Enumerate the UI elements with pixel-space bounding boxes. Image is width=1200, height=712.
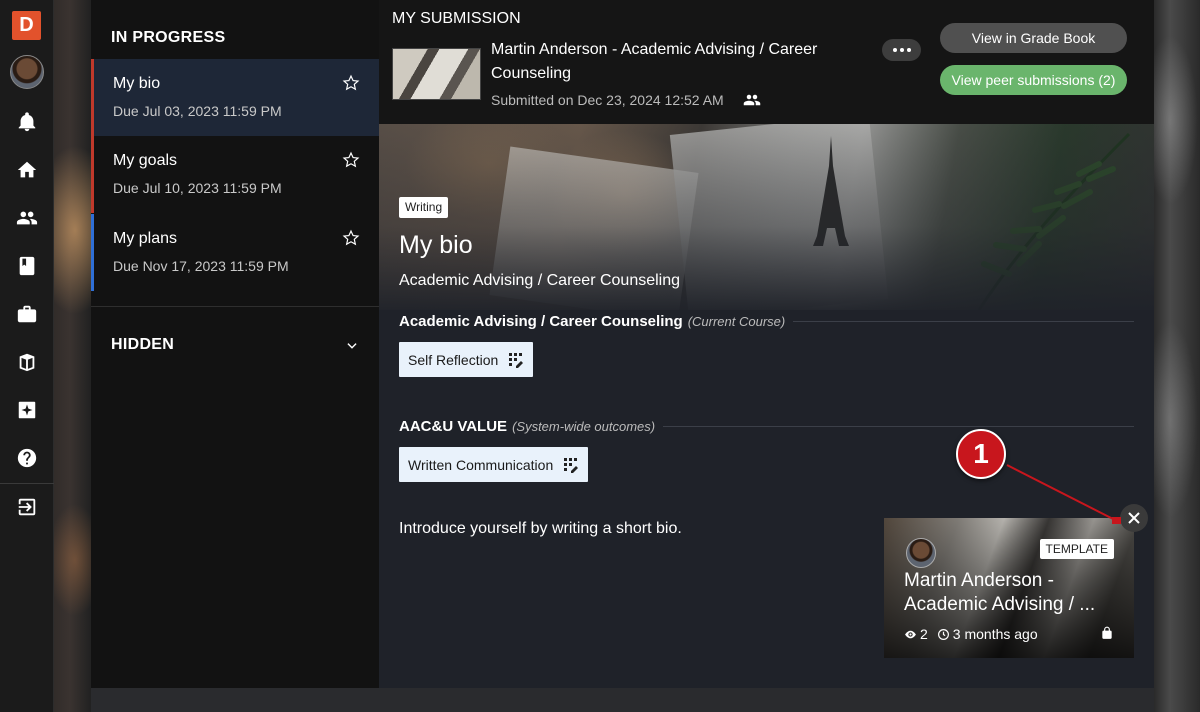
- panel-divider: [91, 306, 379, 307]
- assignment-due-date: Due Jul 10, 2023 11:59 PM: [113, 180, 282, 196]
- system-outcomes-section: AAC&U VALUE (System-wide outcomes): [399, 416, 1134, 436]
- course-name: Academic Advising / Career Counseling: [399, 272, 681, 289]
- bell-icon[interactable]: [14, 109, 40, 135]
- star-icon[interactable]: [342, 151, 360, 169]
- icon-rail: D: [0, 0, 54, 712]
- card-age: 3 months ago: [952, 626, 1038, 642]
- rail-divider: [0, 483, 54, 484]
- avatar: [906, 538, 936, 568]
- submission-title[interactable]: Martin Anderson - Academic Advising / Ca…: [491, 38, 861, 86]
- sparkle-icon[interactable]: [14, 397, 40, 423]
- system-outcomes-note: (System-wide outcomes): [512, 418, 656, 434]
- template-badge: TEMPLATE: [1039, 539, 1114, 559]
- template-card[interactable]: TEMPLATE Martin Anderson - Academic Advi…: [884, 518, 1134, 658]
- in-progress-heading: IN PROGRESS: [111, 29, 226, 46]
- submission-thumbnail[interactable]: [392, 48, 481, 100]
- assignment-item-my-bio[interactable]: My bio Due Jul 03, 2023 11:59 PM: [91, 59, 379, 136]
- chevron-down-icon: [345, 339, 359, 353]
- star-icon[interactable]: [342, 229, 360, 247]
- assignment-panel: IN PROGRESS My bio Due Jul 03, 2023 11:5…: [91, 0, 379, 688]
- star-icon[interactable]: [342, 74, 360, 92]
- assignment-prompt: Introduce yourself by writing a short bi…: [399, 520, 682, 537]
- outcome-chip-label: Written Communication: [408, 456, 554, 473]
- briefcase-icon[interactable]: [14, 301, 40, 327]
- assignment-title: My goals: [113, 152, 178, 169]
- course-outcomes-note: (Current Course): [687, 313, 786, 329]
- user-avatar[interactable]: [10, 55, 44, 89]
- ellipsis-icon: [892, 48, 897, 52]
- submission-label: MY SUBMISSION: [392, 10, 521, 27]
- app-logo[interactable]: D: [12, 11, 41, 40]
- course-outcomes-title: Academic Advising / Career Counseling: [399, 312, 683, 330]
- outcome-chip-label: Self Reflection: [408, 351, 499, 368]
- callout-number-badge: 1: [956, 429, 1006, 479]
- view-count: 2: [920, 626, 928, 642]
- home-icon[interactable]: [14, 157, 40, 183]
- hidden-section-toggle[interactable]: HIDDEN: [111, 336, 369, 356]
- view-in-grade-book-button[interactable]: View in Grade Book: [940, 23, 1127, 53]
- rubric-grid-icon: [509, 352, 524, 368]
- assignment-title: My bio: [399, 231, 473, 259]
- submission-header: MY SUBMISSION Martin Anderson - Academic…: [379, 0, 1154, 124]
- course-outcomes-section: Academic Advising / Career Counseling (C…: [399, 311, 1134, 331]
- assignment-item-my-plans[interactable]: My plans Due Nov 17, 2023 11:59 PM: [91, 214, 379, 291]
- assignment-title: My bio: [113, 75, 161, 92]
- clock-icon: [937, 628, 949, 640]
- help-icon[interactable]: [14, 445, 40, 471]
- library-icon[interactable]: [14, 349, 40, 375]
- lock-icon: [1100, 625, 1114, 641]
- template-card-meta: 2 3 months ago: [904, 626, 1038, 642]
- view-peer-submissions-button[interactable]: View peer submissions (2): [940, 65, 1127, 95]
- assignment-due-date: Due Nov 17, 2023 11:59 PM: [113, 258, 289, 274]
- sign-in-icon[interactable]: [14, 494, 40, 520]
- outcome-chip-self-reflection[interactable]: Self Reflection: [399, 342, 534, 377]
- book-icon[interactable]: [14, 253, 40, 279]
- eye-icon: [905, 630, 916, 638]
- assignment-detail: MY SUBMISSION Martin Anderson - Academic…: [379, 0, 1154, 688]
- hidden-heading: HIDDEN: [111, 336, 175, 353]
- people-icon[interactable]: [14, 205, 40, 231]
- assignment-type-tag: Writing: [399, 197, 449, 218]
- outcome-chip-written-communication[interactable]: Written Communication: [399, 447, 589, 482]
- more-options-button[interactable]: [882, 39, 921, 61]
- assignment-item-my-goals[interactable]: My goals Due Jul 10, 2023 11:59 PM: [91, 136, 379, 213]
- rubric-grid-icon: [564, 457, 579, 473]
- assignment-due-date: Due Jul 03, 2023 11:59 PM: [113, 103, 282, 119]
- bottom-strip: [91, 688, 1154, 712]
- people-icon: [742, 91, 762, 109]
- assignment-title: My plans: [113, 230, 178, 247]
- close-template-button[interactable]: [1120, 504, 1148, 532]
- template-card-title: Martin Anderson - Academic Advising / ..…: [904, 570, 1096, 615]
- close-icon: [1128, 512, 1140, 524]
- submission-date: Submitted on Dec 23, 2024 12:52 AM: [491, 92, 724, 108]
- system-outcomes-title: AAC&U VALUE: [399, 417, 508, 435]
